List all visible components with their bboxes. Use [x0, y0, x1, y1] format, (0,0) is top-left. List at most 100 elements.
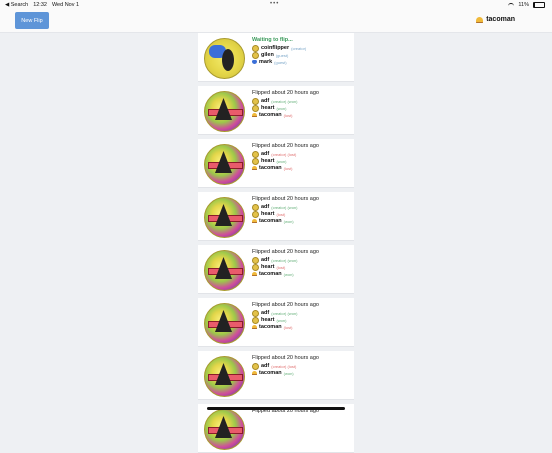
flip-status-heading: Flipped about 20 hours ago	[252, 302, 319, 308]
flip-status-heading: Waiting to flip...	[252, 37, 293, 43]
player-result-tag: (won)	[276, 317, 287, 323]
player-name: heart	[261, 264, 275, 270]
flip-status-heading: Flipped about 20 hours ago	[252, 143, 319, 149]
multitasking-dots[interactable]: •••	[270, 1, 279, 7]
flip-info: Flipped about 20 hours ago adf (creator) (…	[252, 249, 350, 278]
flip-info: Flipped about 20 hours ago adf (creator) (…	[252, 196, 350, 225]
avatar-icon	[252, 51, 259, 59]
player-name: tacoman	[259, 165, 282, 171]
player-result-tag: (creator)	[291, 45, 307, 51]
status-date: Wed Nov 1	[51, 2, 80, 8]
flip-card[interactable]: Flipped about 20 hours ago adf (creator) (…	[198, 86, 354, 135]
flip-card[interactable]: Waiting to flip... coinflipper (creator) gi…	[198, 33, 354, 82]
player-result-tag: (creator) (won)	[271, 257, 298, 263]
flip-status-heading: Flipped about 20 hours ago	[252, 90, 319, 96]
player-result-tag: (lost)	[283, 324, 293, 330]
taco-icon	[252, 324, 257, 330]
back-to-search-link[interactable]: ◀ Search	[5, 2, 28, 8]
avatar-icon	[252, 263, 259, 271]
player-result-tag: (creator) (lost)	[271, 151, 297, 157]
flip-status-heading: Flipped about 20 hours ago	[252, 355, 319, 361]
player-row[interactable]: coinflipper (creator)	[252, 44, 350, 52]
home-indicator[interactable]	[207, 407, 345, 410]
player-row[interactable]: heart (won)	[252, 157, 350, 165]
player-result-tag: (creator) (lost)	[271, 363, 297, 369]
coin-image	[204, 91, 245, 132]
flip-card[interactable]: Flipped about 20 hours ago adf (creator) (…	[198, 192, 354, 241]
player-row[interactable]: adf (creator) (won)	[252, 97, 350, 105]
player-name: adf	[261, 363, 270, 369]
player-name: tacoman	[259, 271, 282, 277]
player-name: adf	[261, 310, 270, 316]
flip-card[interactable]: Flipped about 20 hours ago adf (creator) (…	[198, 139, 354, 188]
flip-status-heading: Flipped about 20 hours ago	[252, 249, 319, 255]
player-row[interactable]: tacoman (won)	[252, 218, 350, 225]
coin-image	[204, 38, 245, 79]
flip-card[interactable]: Flipped about 20 hours ago adf (creator) (…	[198, 245, 354, 294]
player-name: tacoman	[259, 112, 282, 118]
player-row[interactable]: adf (creator) (won)	[252, 309, 350, 317]
new-flip-button[interactable]: New Flip	[15, 12, 49, 29]
avatar-icon	[252, 97, 259, 105]
player-row[interactable]: tacoman (lost)	[252, 112, 350, 119]
player-row[interactable]: tacoman (won)	[252, 370, 350, 377]
player-name: tacoman	[259, 324, 282, 330]
player-name: tacoman	[259, 370, 282, 376]
player-result-tag: (guest)	[274, 59, 287, 65]
player-row[interactable]: adf (creator) (lost)	[252, 150, 350, 158]
player-row[interactable]: mark (guest)	[252, 59, 350, 66]
coin-blot-shape	[222, 49, 234, 71]
player-name: adf	[261, 151, 270, 157]
battery-percent: 11%	[518, 2, 529, 8]
avatar-icon	[252, 150, 259, 158]
username-label: tacoman	[486, 16, 515, 23]
player-result-tag: (lost)	[276, 264, 286, 270]
flip-card[interactable]: Flipped about 20 hours ago	[198, 404, 354, 453]
taco-icon	[252, 271, 257, 277]
player-name: adf	[261, 257, 270, 263]
player-name: heart	[261, 317, 275, 323]
player-result-tag: (creator) (won)	[271, 204, 298, 210]
player-row[interactable]: tacoman (lost)	[252, 165, 350, 172]
player-name: gilen	[261, 52, 274, 58]
player-row[interactable]: adf (creator) (lost)	[252, 362, 350, 370]
top-toolbar: New Flip tacoman	[0, 10, 552, 33]
player-row[interactable]: tacoman (won)	[252, 271, 350, 278]
player-row[interactable]: heart (lost)	[252, 263, 350, 271]
player-result-tag: (creator) (won)	[271, 98, 298, 104]
flip-card[interactable]: Flipped about 20 hours ago adf (creator) (…	[198, 298, 354, 347]
player-result-tag: (won)	[283, 218, 294, 224]
avatar-icon	[252, 157, 259, 165]
player-result-tag: (creator) (won)	[271, 310, 298, 316]
taco-icon	[476, 16, 484, 23]
flip-info: Flipped about 20 hours ago adf (creator) (…	[252, 302, 350, 331]
player-row[interactable]: heart (lost)	[252, 210, 350, 218]
player-row[interactable]: gilen (guest)	[252, 51, 350, 59]
player-row[interactable]: heart (won)	[252, 104, 350, 112]
user-menu[interactable]: tacoman	[476, 16, 515, 23]
taco-icon	[252, 165, 257, 171]
player-name: mark	[259, 59, 273, 65]
player-name: heart	[261, 158, 275, 164]
player-row[interactable]: tacoman (lost)	[252, 324, 350, 331]
player-result-tag: (won)	[283, 271, 294, 277]
flip-card[interactable]: Flipped about 20 hours ago adf (creator) (…	[198, 351, 354, 400]
player-name: heart	[261, 105, 275, 111]
flip-info: Flipped about 20 hours ago adf (creator) (…	[252, 90, 350, 119]
avatar-icon	[252, 44, 259, 52]
coin-image	[204, 356, 245, 397]
player-result-tag: (lost)	[276, 211, 286, 217]
avatar-icon	[252, 256, 259, 264]
player-result-tag: (won)	[276, 105, 287, 111]
avatar-icon	[252, 309, 259, 317]
flip-info: Flipped about 20 hours ago adf (creator) (…	[252, 355, 350, 377]
player-row[interactable]: adf (creator) (won)	[252, 256, 350, 264]
player-result-tag: (won)	[276, 158, 287, 164]
player-row[interactable]: adf (creator) (won)	[252, 203, 350, 211]
flip-status-heading: Flipped about 20 hours ago	[252, 196, 319, 202]
taco-icon	[252, 370, 257, 376]
player-result-tag: (won)	[283, 370, 294, 376]
player-row[interactable]: heart (won)	[252, 316, 350, 324]
player-name: adf	[261, 204, 270, 210]
wifi-icon	[508, 2, 515, 8]
